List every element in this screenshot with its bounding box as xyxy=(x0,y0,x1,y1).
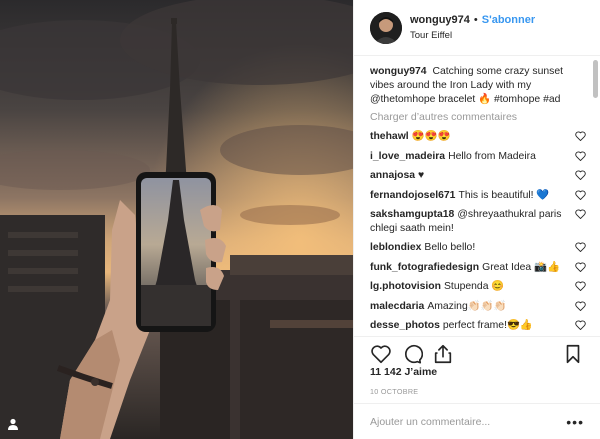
comment-username[interactable]: thehawl xyxy=(370,131,409,142)
comment-text: perfect frame!😎👍 xyxy=(442,320,533,331)
more-options-button[interactable]: ••• xyxy=(566,415,584,429)
heart-outline-icon[interactable] xyxy=(575,131,586,141)
heart-outline-icon[interactable] xyxy=(575,320,586,330)
post-date: 10 OCTOBRE xyxy=(370,387,419,396)
header-separator: • xyxy=(473,13,478,26)
action-bar xyxy=(354,336,600,370)
load-more-comments-link[interactable]: Charger d’autres commentaires xyxy=(370,111,580,123)
comment-text: Hello from Madeira xyxy=(448,150,536,162)
header-row: wonguy974 • S'abonner xyxy=(410,13,535,27)
share-icon[interactable] xyxy=(432,343,454,365)
instagram-post: wonguy974 • S'abonner Tour Eiffel wonguy… xyxy=(0,0,600,439)
comment-username[interactable]: sakshamgupta18 xyxy=(370,209,454,220)
post-side-panel: wonguy974 • S'abonner Tour Eiffel wonguy… xyxy=(353,0,600,439)
header-username[interactable]: wonguy974 xyxy=(410,13,470,27)
comment-username[interactable]: desse_photos xyxy=(370,320,440,331)
heart-outline-icon[interactable] xyxy=(575,209,586,219)
comment-item: lg.photovision Stupenda 😊 xyxy=(370,280,586,294)
heart-outline-icon[interactable] xyxy=(575,189,586,200)
avatar-image xyxy=(370,11,402,44)
scrollbar-thumb[interactable] xyxy=(593,60,598,98)
comment-text: ♥ xyxy=(418,170,425,181)
comment-item: leblondiex Bello bello! xyxy=(370,241,586,255)
post-caption: wonguy974 Catching some crazy sunset vib… xyxy=(370,65,580,107)
add-comment-input[interactable] xyxy=(370,415,567,428)
comment-text: Amazing👏🏻👏🏻👏🏻 xyxy=(427,300,507,312)
comment-username[interactable]: leblondiex xyxy=(370,242,421,253)
comment-item: malecdaria Amazing👏🏻👏🏻👏🏻 xyxy=(370,300,586,314)
comment-username[interactable]: fernandojosel671 xyxy=(370,190,455,201)
heart-outline-icon[interactable] xyxy=(575,170,586,180)
comment-username[interactable]: malecdaria xyxy=(370,301,424,312)
comment-text: Great Idea 📸👍 xyxy=(482,261,560,273)
eiffel-sunset-photo xyxy=(0,0,353,439)
user-tag-icon[interactable] xyxy=(6,417,20,431)
heart-outline-icon[interactable] xyxy=(575,300,586,311)
avatar[interactable] xyxy=(370,11,402,44)
comment-username[interactable]: funk_fotografiedesign xyxy=(370,262,479,273)
heart-icon[interactable] xyxy=(370,343,392,365)
comment-username[interactable]: lg.photovision xyxy=(370,281,441,292)
comment-item: funk_fotografiedesign Great Idea 📸👍 xyxy=(370,261,586,275)
heart-outline-icon[interactable] xyxy=(575,261,586,272)
location-link[interactable]: Tour Eiffel xyxy=(410,29,535,43)
comment-item: fernandojosel671 This is beautiful! 💙 xyxy=(370,189,586,203)
comment-text: Bello bello! xyxy=(424,242,476,253)
comment-username[interactable]: i_love_madeira xyxy=(370,151,445,162)
comment-text: This is beautiful! 💙 xyxy=(458,189,550,201)
comments-list[interactable]: wonguy974 Catching some crazy sunset vib… xyxy=(354,57,600,335)
heart-outline-icon[interactable] xyxy=(575,281,586,291)
heart-outline-icon[interactable] xyxy=(575,150,586,161)
heart-outline-icon[interactable] xyxy=(575,242,586,252)
follow-button[interactable]: S'abonner xyxy=(482,13,535,27)
comment-item: thehawl 😍😍😍 xyxy=(370,130,586,144)
comment-text: 😍😍😍 xyxy=(411,131,451,142)
comment-text: Stupenda 😊 xyxy=(444,281,505,292)
caption-username[interactable]: wonguy974 xyxy=(370,66,427,77)
comment-item: sakshamgupta18 @shreyaathukral paris chle… xyxy=(370,208,586,235)
comment-item: i_love_madeira Hello from Madeira xyxy=(370,150,586,164)
comment-username[interactable]: annajosa xyxy=(370,170,415,181)
comment-item: desse_photos perfect frame!😎👍 xyxy=(370,319,586,333)
add-comment-bar: ••• xyxy=(354,403,600,439)
bookmark-icon[interactable] xyxy=(562,343,584,365)
comment-item: annajosa ♥ xyxy=(370,169,586,183)
post-photo[interactable] xyxy=(0,0,353,439)
comment-icon[interactable] xyxy=(401,343,423,365)
post-header: wonguy974 • S'abonner Tour Eiffel xyxy=(354,0,600,56)
header-text: wonguy974 • S'abonner Tour Eiffel xyxy=(410,13,535,43)
likes-count[interactable]: 11 142 J’aime xyxy=(370,366,437,378)
comments-scrollbar[interactable] xyxy=(593,60,598,330)
